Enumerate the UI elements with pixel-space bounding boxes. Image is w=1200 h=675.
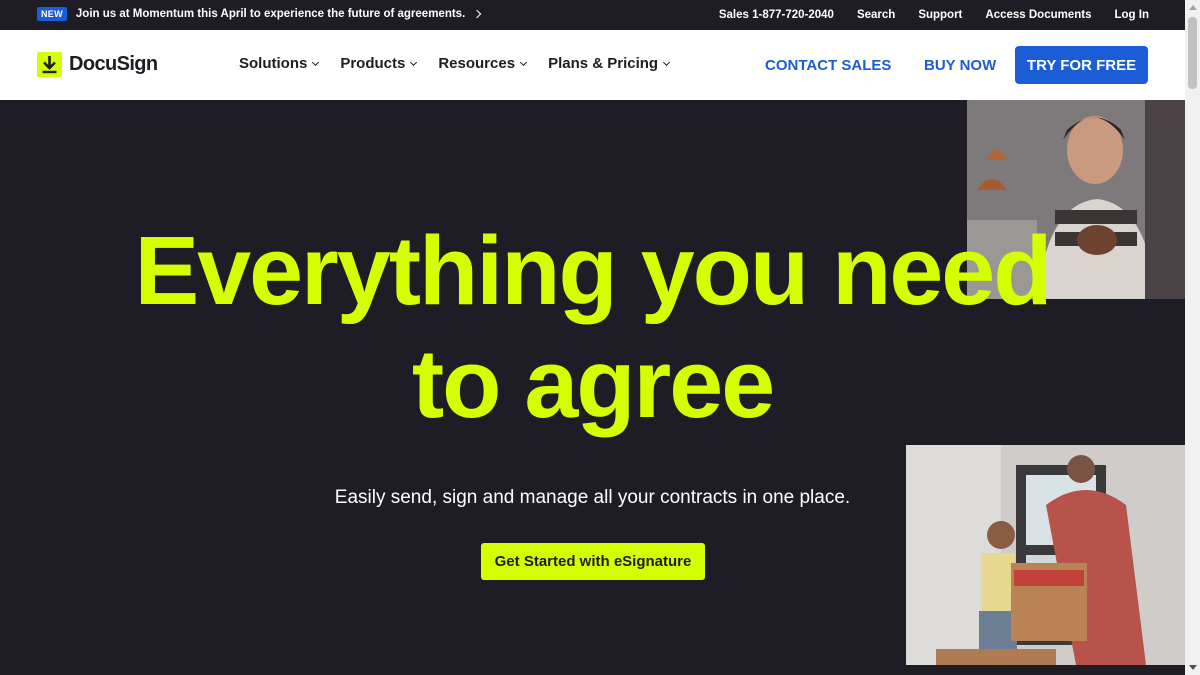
scroll-up-arrow-icon[interactable] — [1189, 5, 1197, 10]
primary-menu: Solutions Products Resources Plans & Pri… — [239, 55, 691, 72]
hero-headline: Everything you need to agree — [0, 214, 1185, 440]
scroll-down-arrow-icon[interactable] — [1189, 665, 1197, 670]
menu-label: Plans & Pricing — [548, 55, 659, 72]
main-navbar: DocuSign Solutions Products Resources Pl… — [0, 30, 1185, 100]
hero-section: Everything you need to agree Easily send… — [0, 100, 1185, 675]
father-and-child-moving-box-photo — [906, 445, 1185, 665]
hero-subheadline: Easily send, sign and manage all your co… — [334, 487, 851, 508]
chevron-down-icon — [663, 58, 671, 66]
announcement-text[interactable]: Join us at Momentum this April to experi… — [76, 8, 465, 20]
chevron-right-icon — [473, 9, 482, 19]
headline-line-2: to agree — [411, 329, 775, 438]
download-arrow-icon — [37, 52, 62, 77]
logo-wordmark: DocuSign — [69, 53, 158, 75]
new-badge: NEW — [37, 7, 67, 21]
contact-sales-link[interactable]: CONTACT SALES — [765, 57, 891, 74]
page-scrollbar[interactable] — [1185, 0, 1200, 675]
docusign-logo[interactable]: DocuSign — [37, 52, 158, 77]
menu-products[interactable]: Products — [340, 55, 418, 72]
menu-label: Resources — [438, 55, 516, 72]
buy-now-link[interactable]: BUY NOW — [924, 57, 996, 74]
chevron-down-icon — [312, 58, 320, 66]
utility-nav: Sales 1-877-720-2040 Search Support Acce… — [696, 9, 1149, 21]
get-started-esignature-button[interactable]: Get Started with eSignature — [481, 543, 705, 580]
menu-label: Products — [340, 55, 406, 72]
sales-phone-link[interactable]: Sales 1-877-720-2040 — [719, 9, 834, 21]
access-documents-link[interactable]: Access Documents — [985, 9, 1091, 21]
menu-solutions[interactable]: Solutions — [239, 55, 320, 72]
menu-resources[interactable]: Resources — [438, 55, 528, 72]
try-for-free-button[interactable]: TRY FOR FREE — [1015, 46, 1148, 84]
announcement-link[interactable]: NEW Join us at Momentum this April to ex… — [37, 7, 482, 21]
chevron-down-icon — [520, 58, 528, 66]
login-link[interactable]: Log In — [1115, 9, 1150, 21]
scroll-thumb[interactable] — [1188, 17, 1197, 89]
chevron-down-icon — [410, 58, 418, 66]
headline-line-1: Everything you need — [134, 216, 1052, 325]
menu-label: Solutions — [239, 55, 308, 72]
menu-plans-pricing[interactable]: Plans & Pricing — [548, 55, 671, 72]
search-link[interactable]: Search — [857, 9, 895, 21]
support-link[interactable]: Support — [918, 9, 962, 21]
announcement-bar: NEW Join us at Momentum this April to ex… — [0, 0, 1185, 30]
